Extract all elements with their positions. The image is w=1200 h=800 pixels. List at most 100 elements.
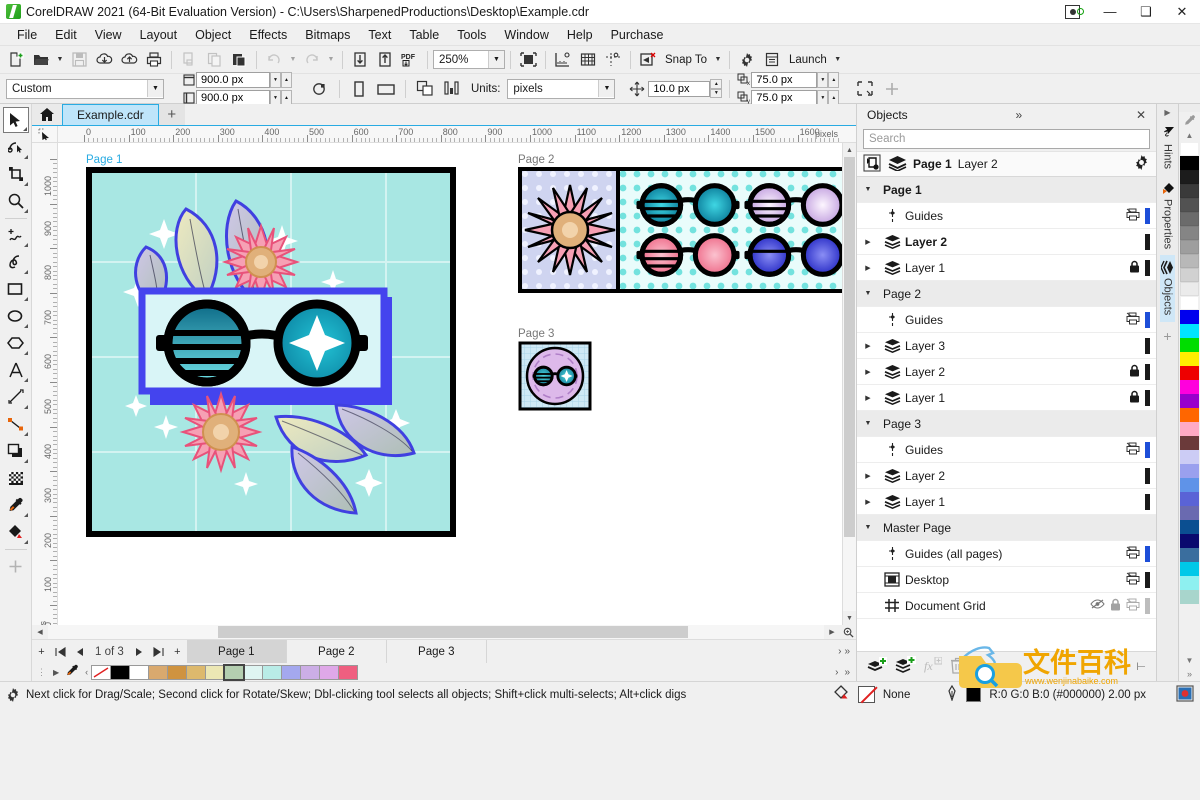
lock-layer-icon[interactable] xyxy=(1129,364,1140,380)
docker-strip-add-icon[interactable]: + xyxy=(1163,328,1171,344)
menu-window[interactable]: Window xyxy=(495,26,557,44)
swatch-mint[interactable] xyxy=(262,665,282,680)
object-layer-row[interactable]: ▶Layer 3 xyxy=(857,333,1156,359)
drawing-canvas[interactable]: Page 1 xyxy=(58,143,842,625)
launch-label[interactable]: Launch xyxy=(785,54,831,66)
layer-expand-icon[interactable]: ▶ xyxy=(857,264,879,272)
units-combo[interactable]: pixels ▼ xyxy=(507,79,615,99)
palette-color-swatch[interactable] xyxy=(1180,366,1199,380)
edit-bounding-box-icon[interactable] xyxy=(853,77,877,101)
tool-freehand[interactable] xyxy=(3,222,29,248)
tool-parallel-dimension[interactable] xyxy=(3,384,29,410)
layer-expand-icon[interactable]: ▶ xyxy=(857,498,879,506)
swatch-tan[interactable] xyxy=(148,665,168,680)
tool-connector[interactable] xyxy=(3,411,29,437)
palette-color-swatch[interactable] xyxy=(1180,282,1199,296)
page2-artwork[interactable] xyxy=(518,167,842,297)
lock-layer-icon[interactable] xyxy=(1129,260,1140,276)
palette-color-swatch[interactable] xyxy=(1180,464,1199,478)
menu-purchase[interactable]: Purchase xyxy=(602,26,673,44)
docker-search-input[interactable] xyxy=(869,133,1149,145)
landscape-orientation-icon[interactable] xyxy=(374,77,398,101)
group-expand-icon[interactable]: ▼ xyxy=(857,420,879,427)
layer-color-bar[interactable] xyxy=(1145,572,1150,588)
layer-color-bar[interactable] xyxy=(1145,390,1150,406)
docker-collapse-icon[interactable]: » xyxy=(1008,108,1030,122)
object-layer-row[interactable]: ▶Layer 1 xyxy=(857,385,1156,411)
palette-color-swatch[interactable] xyxy=(1180,338,1199,352)
delete-icon[interactable] xyxy=(950,657,965,677)
paste-icon[interactable] xyxy=(227,48,251,72)
page1-artwork[interactable] xyxy=(86,167,456,537)
color-palette-swatches[interactable] xyxy=(1180,142,1199,653)
show-grid-icon[interactable] xyxy=(576,48,600,72)
palette-color-swatch[interactable] xyxy=(1180,590,1199,604)
palette-color-swatch[interactable] xyxy=(1180,576,1199,590)
object-layer-row[interactable]: Guides xyxy=(857,307,1156,333)
publish-cloud-icon[interactable] xyxy=(92,48,116,72)
menu-bitmaps[interactable]: Bitmaps xyxy=(296,26,359,44)
page-add-right-button[interactable]: + xyxy=(168,641,187,663)
group-expand-icon[interactable]: ▼ xyxy=(857,186,879,193)
snap-to-caret-icon[interactable]: ▼ xyxy=(712,48,724,72)
upload-cloud-icon[interactable] xyxy=(117,48,141,72)
print-layer-icon[interactable] xyxy=(1126,572,1140,588)
palette-color-swatch[interactable] xyxy=(1180,492,1199,506)
page3-artwork[interactable] xyxy=(518,341,596,411)
import-icon[interactable] xyxy=(348,48,372,72)
palette-eyedropper-icon[interactable] xyxy=(63,664,82,680)
page-tabs-scroll-right-icon[interactable]: › xyxy=(838,646,841,657)
export-pdf-icon[interactable]: PDF xyxy=(398,48,422,72)
swatch-none[interactable] xyxy=(91,665,111,680)
menu-help[interactable]: Help xyxy=(558,26,602,44)
layer-color-bar[interactable] xyxy=(1145,494,1150,510)
print-layer-icon[interactable] xyxy=(1126,598,1140,614)
scroll-right-icon[interactable]: ▶ xyxy=(824,625,840,639)
swatch-ochre[interactable] xyxy=(167,665,187,680)
color-proof-icon[interactable] xyxy=(1176,685,1194,705)
print-layer-icon[interactable] xyxy=(1126,546,1140,562)
menu-object[interactable]: Object xyxy=(186,26,240,44)
options-gear-icon[interactable] xyxy=(735,48,759,72)
tool-add-customize[interactable] xyxy=(3,553,29,579)
palette-color-swatch[interactable] xyxy=(1180,422,1199,436)
color-palette-eyedropper-icon[interactable] xyxy=(1184,112,1196,128)
tool-polygon[interactable] xyxy=(3,330,29,356)
object-layer-row[interactable]: ▶Layer 1 xyxy=(857,489,1156,515)
palette-grip-icon[interactable]: ⋮ xyxy=(34,667,49,678)
tool-ellipse[interactable] xyxy=(3,303,29,329)
tool-pick[interactable] xyxy=(3,107,29,133)
object-layer-row[interactable]: Document Grid xyxy=(857,593,1156,619)
lock-layer-icon[interactable] xyxy=(1110,598,1121,614)
snap-to-label[interactable]: Snap To xyxy=(661,54,711,66)
group-expand-icon[interactable]: ▼ xyxy=(857,290,879,297)
outline-color-swatch[interactable] xyxy=(966,687,981,702)
all-pages-icon[interactable] xyxy=(413,77,437,101)
palette-color-swatch[interactable] xyxy=(1180,380,1199,394)
palette-color-swatch[interactable] xyxy=(1180,310,1199,324)
new-tab-button[interactable]: + xyxy=(159,104,185,125)
swatch-orchid[interactable] xyxy=(319,665,339,680)
layer-color-bar[interactable] xyxy=(1145,260,1150,276)
palette-color-swatch[interactable] xyxy=(1180,170,1199,184)
palette-color-swatch[interactable] xyxy=(1180,394,1199,408)
swatch-white[interactable] xyxy=(129,665,149,680)
page-next-button[interactable] xyxy=(130,641,149,663)
docker-strip-expand-icon[interactable]: ▶ xyxy=(1164,104,1170,120)
layer-color-bar[interactable] xyxy=(1145,208,1150,224)
zoom-level-caret-icon[interactable]: ▼ xyxy=(488,51,504,68)
object-layer-row[interactable]: Guides xyxy=(857,203,1156,229)
page-first-button[interactable] xyxy=(51,641,70,663)
page-tab-2[interactable]: Page 2 xyxy=(287,640,387,663)
menu-view[interactable]: View xyxy=(86,26,131,44)
layer-color-bar[interactable] xyxy=(1145,234,1150,250)
layer-expand-icon[interactable]: ▶ xyxy=(857,238,879,246)
page-width-spinner[interactable]: ▼▲ xyxy=(270,72,292,88)
palette-color-swatch[interactable] xyxy=(1180,268,1199,282)
swatch-pale-mint[interactable] xyxy=(243,665,263,680)
print-layer-icon[interactable] xyxy=(1126,312,1140,328)
horizontal-scroll-track[interactable] xyxy=(48,625,824,639)
scroll-down-icon[interactable]: ▼ xyxy=(843,611,856,625)
print-layer-icon[interactable] xyxy=(1126,442,1140,458)
color-palette-scroll-down-icon[interactable]: ▼ xyxy=(1186,653,1194,667)
